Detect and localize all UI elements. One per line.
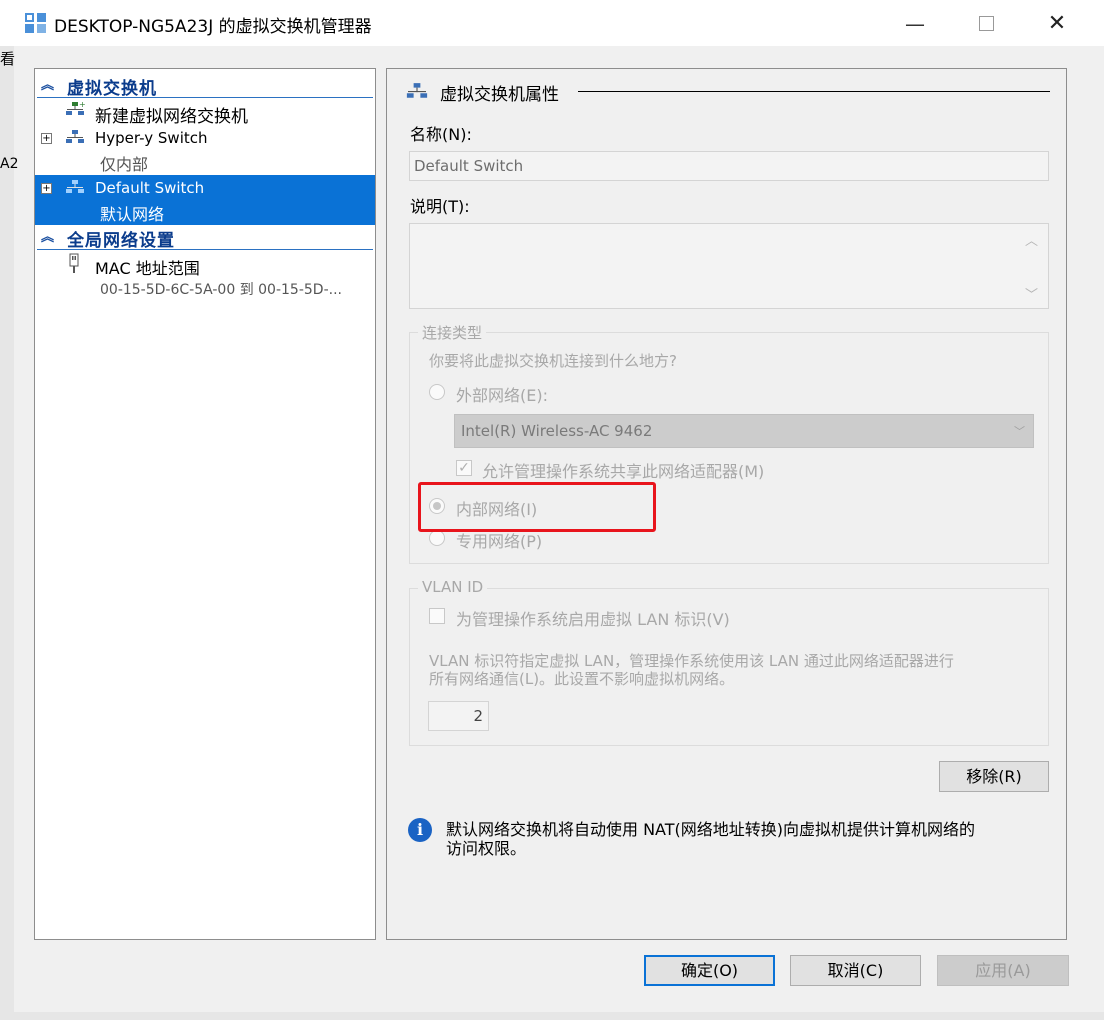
bottom-edge <box>0 1012 1104 1020</box>
description-field[interactable]: ︿ ﹀ <box>409 223 1049 309</box>
adapter-select[interactable]: Intel(R) Wireless-AC 9462 ﹀ <box>454 414 1034 448</box>
tree-item-new-switch[interactable]: + 新建虚拟网络交换机 <box>35 99 375 127</box>
vlan-title: VLAN ID <box>418 578 488 596</box>
vlan-description-line: 所有网络通信(L)。此设置不影响虚拟机网络。 <box>429 670 735 688</box>
switch-name: Default Switch <box>95 179 205 197</box>
network-switch-icon <box>66 130 84 143</box>
info-line: 访问权限。 <box>446 839 527 858</box>
private-network-radio[interactable] <box>429 530 445 546</box>
vlan-enable-label: 为管理操作系统启用虚拟 LAN 标识(V) <box>456 610 730 629</box>
close-button[interactable]: ✕ <box>1037 10 1077 38</box>
tree-item-label: 新建虚拟网络交换机 <box>95 107 248 127</box>
vlan-id-input[interactable]: 2 <box>428 701 489 731</box>
external-network-radio[interactable] <box>429 384 445 400</box>
header-divider <box>578 91 1050 92</box>
apply-button[interactable]: 应用(A) <box>937 955 1069 986</box>
network-switch-icon <box>66 180 84 193</box>
properties-header: 虚拟交换机属性 <box>440 85 559 105</box>
name-value: Default Switch <box>414 157 524 175</box>
cancel-button[interactable]: 取消(C) <box>790 955 921 986</box>
maximize-icon <box>979 16 994 31</box>
background-window-text-2: A2 <box>0 156 19 172</box>
collapse-chevron-icon[interactable]: ︽ <box>41 226 54 245</box>
ok-button[interactable]: 确定(O) <box>644 955 775 986</box>
maximize-button[interactable] <box>966 10 1006 38</box>
info-line: 默认网络交换机将自动使用 NAT(网络地址转换)向虚拟机提供计算机网络的 <box>446 820 976 839</box>
description-label: 说明(T): <box>410 197 470 216</box>
name-field[interactable]: Default Switch <box>409 151 1049 181</box>
vlan-id-value: 2 <box>473 707 483 725</box>
background-window-text: 看 <box>0 50 16 68</box>
vlan-description-line: VLAN 标识符指定虚拟 LAN，管理操作系统使用该 LAN 通过此网络适配器进… <box>429 652 954 670</box>
allow-mgmt-checkbox[interactable]: ✓ <box>456 460 472 476</box>
scroll-down-icon[interactable]: ﹀ <box>1025 284 1038 303</box>
connection-type-title: 连接类型 <box>418 322 487 343</box>
vlan-enable-checkbox[interactable] <box>429 608 445 624</box>
adapter-value: Intel(R) Wireless-AC 9462 <box>461 422 653 440</box>
annotation-highlight-box <box>418 482 656 532</box>
window-title: DESKTOP-NG5A23J 的虚拟交换机管理器 <box>54 17 372 37</box>
section-label: 全局网络设置 <box>67 231 175 251</box>
svg-text:+: + <box>79 101 85 109</box>
remove-button[interactable]: 移除(R) <box>939 761 1049 792</box>
section-global-network-settings[interactable]: ︽ 全局网络设置 <box>37 225 373 251</box>
external-network-label: 外部网络(E): <box>456 386 548 405</box>
tree-item-hyper-y-switch[interactable]: + Hyper-y Switch 仅内部 <box>35 125 375 175</box>
vlan-description: VLAN 标识符指定虚拟 LAN，管理操作系统使用该 LAN 通过此网络适配器进… <box>429 652 954 688</box>
switch-type: 仅内部 <box>100 155 149 174</box>
expand-icon[interactable]: + <box>41 133 52 144</box>
virtual-switch-manager-icon <box>25 13 46 33</box>
info-message: 默认网络交换机将自动使用 NAT(网络地址转换)向虚拟机提供计算机网络的 访问权… <box>446 820 975 858</box>
mac-range-label: MAC 地址范围 <box>95 259 200 278</box>
mac-range-value: 00-15-5D-6C-5A-00 到 00-15-5D-... <box>100 282 342 298</box>
collapse-chevron-icon[interactable]: ︽ <box>41 74 54 93</box>
section-label: 虚拟交换机 <box>67 79 157 99</box>
new-switch-icon: + <box>66 101 85 115</box>
switch-type: 默认网络 <box>100 205 165 224</box>
connection-question: 你要将此虚拟交换机连接到什么地方? <box>429 352 677 370</box>
network-switch-icon <box>406 83 428 98</box>
allow-mgmt-label: 允许管理操作系统共享此网络适配器(M) <box>482 462 765 481</box>
scroll-up-icon[interactable]: ︿ <box>1025 230 1038 249</box>
switch-name: Hyper-y Switch <box>95 129 208 147</box>
expand-icon[interactable]: + <box>41 183 52 194</box>
background-window-edge <box>0 46 14 1020</box>
navigation-tree[interactable]: ︽ 虚拟交换机 + 新建虚拟网络交换机 + Hyper-y Switch 仅内部… <box>34 68 376 940</box>
tree-item-default-switch[interactable]: + Default Switch 默认网络 <box>35 175 375 225</box>
name-label: 名称(N): <box>410 125 472 144</box>
chevron-down-icon: ﹀ <box>1014 425 1025 438</box>
section-virtual-switches[interactable]: ︽ 虚拟交换机 <box>37 73 373 99</box>
network-adapter-icon <box>69 253 79 273</box>
info-icon: i <box>408 818 432 842</box>
minimize-button[interactable]: — <box>895 10 935 38</box>
tree-item-mac-range[interactable]: MAC 地址范围 00-15-5D-6C-5A-00 到 00-15-5D-..… <box>35 253 375 303</box>
